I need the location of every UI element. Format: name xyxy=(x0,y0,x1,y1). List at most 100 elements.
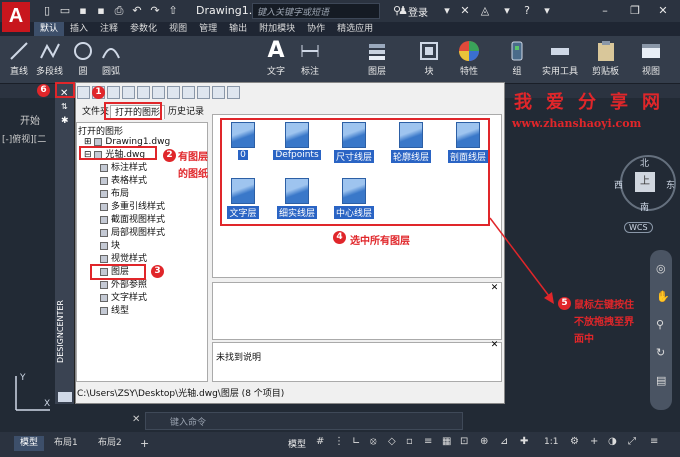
ribbon-tab-collaborate[interactable]: 协作 xyxy=(301,22,331,36)
home-icon[interactable] xyxy=(167,86,180,99)
3d-osnap-icon[interactable]: ⊕ xyxy=(480,436,488,447)
utilities-button[interactable]: 实用工具 xyxy=(542,40,578,77)
exchange-icon[interactable]: ✕ xyxy=(458,4,472,17)
tree-item-xref[interactable]: 外部参照 xyxy=(100,280,147,291)
wcs-menu[interactable]: WCS xyxy=(624,222,653,233)
zoom-icon[interactable]: ⚲ xyxy=(656,318,664,331)
properties-button[interactable]: 特性 xyxy=(458,40,480,77)
dynamic-ucs-icon[interactable]: ⊿ xyxy=(500,436,508,447)
plot-icon[interactable]: ⎙ xyxy=(112,4,126,17)
command-input[interactable]: 键入命令 xyxy=(145,412,463,430)
circle-button[interactable]: 圆 xyxy=(72,40,94,77)
description-close-icon[interactable]: ✕ xyxy=(490,341,499,350)
ribbon-tab-annotate[interactable]: 注释 xyxy=(94,22,124,36)
tree-item-sectionstyle[interactable]: 截面视图样式 xyxy=(100,215,165,226)
tree-item-mleaderstyle[interactable]: 多重引线样式 xyxy=(100,202,165,213)
lineweight-icon[interactable]: ≡ xyxy=(424,436,432,447)
tab-layout2[interactable]: 布局2 xyxy=(92,436,128,451)
fullscreen-icon[interactable]: ⤢ xyxy=(628,436,636,447)
add-layout-icon[interactable]: + xyxy=(134,436,155,451)
transparency-icon[interactable]: ▦ xyxy=(442,436,451,447)
tree-item-tablestyle[interactable]: 表格样式 xyxy=(100,176,147,187)
description-icon[interactable] xyxy=(212,86,225,99)
share-icon[interactable]: ⇧ xyxy=(166,4,180,17)
tree-item-linetype[interactable]: 线型 xyxy=(100,306,129,317)
tree-item-detailstyle[interactable]: 局部视图样式 xyxy=(100,228,165,239)
views-icon[interactable] xyxy=(227,86,240,99)
tree-item-block[interactable]: 块 xyxy=(100,241,120,252)
redo-icon[interactable]: ↷ xyxy=(148,4,162,17)
undo-icon[interactable]: ↶ xyxy=(130,4,144,17)
app-logo[interactable]: A xyxy=(2,2,30,32)
dropdown-icon[interactable]: ▾ xyxy=(540,4,554,17)
dimension-button[interactable]: 标注 xyxy=(299,40,321,77)
load-icon[interactable] xyxy=(77,86,90,99)
tree-item-dimstyle[interactable]: 标注样式 xyxy=(100,163,147,174)
open-file-icon[interactable]: ▭ xyxy=(58,4,72,17)
ribbon-tab-manage[interactable]: 管理 xyxy=(193,22,223,36)
showmotion-icon[interactable]: ▤ xyxy=(656,374,666,387)
settings-icon[interactable]: ⚙ xyxy=(570,436,579,447)
dropdown-icon[interactable]: ▾ xyxy=(440,4,454,17)
new-file-icon[interactable]: ▯ xyxy=(40,4,54,17)
preview-icon[interactable] xyxy=(197,86,210,99)
customize-icon[interactable]: ≡ xyxy=(650,436,658,447)
tree-item-layout[interactable]: 布局 xyxy=(100,189,129,200)
forward-icon[interactable] xyxy=(107,86,120,99)
tree-item-textstyle[interactable]: 文字样式 xyxy=(100,293,147,304)
close-icon[interactable]: ✕ xyxy=(656,4,670,17)
line-button[interactable]: 直线 xyxy=(8,40,30,77)
selection-cycling-icon[interactable]: ⊡ xyxy=(460,436,468,447)
clipboard-button[interactable]: 剪贴板 xyxy=(592,40,619,77)
save-as-icon[interactable]: ▪ xyxy=(94,4,108,17)
ribbon-tab-view[interactable]: 视图 xyxy=(163,22,193,36)
ribbon-tab-output[interactable]: 输出 xyxy=(223,22,253,36)
start-tab[interactable]: 开始 xyxy=(20,112,40,127)
palette-autohide-icon[interactable]: ⇅ xyxy=(61,102,68,111)
tab-layout1[interactable]: 布局1 xyxy=(48,436,84,451)
grid-icon[interactable]: # xyxy=(316,436,324,447)
help-icon[interactable]: ? xyxy=(520,4,534,17)
add-icon[interactable]: + xyxy=(590,436,598,447)
isolate-icon[interactable]: ◑ xyxy=(608,436,617,447)
tab-history[interactable]: 历史记录 xyxy=(164,105,208,119)
save-icon[interactable]: ▪ xyxy=(76,4,90,17)
ribbon-tab-default[interactable]: 默认 xyxy=(34,22,65,36)
restore-icon[interactable]: ❐ xyxy=(628,4,642,17)
login-link[interactable]: 登录 xyxy=(408,4,428,19)
osnap-icon[interactable]: ▫ xyxy=(406,436,413,447)
arc-button[interactable]: 圆弧 xyxy=(100,40,122,77)
view-button[interactable]: 视图 xyxy=(640,40,662,77)
up-icon[interactable] xyxy=(122,86,135,99)
annotation-monitor-icon[interactable]: ✚ xyxy=(520,436,528,447)
cmdline-close-icon[interactable]: ✕ xyxy=(132,414,140,425)
minimize-icon[interactable]: – xyxy=(598,4,612,17)
layer-button[interactable]: 图层 xyxy=(366,40,388,77)
orbit-icon[interactable]: ↻ xyxy=(656,346,665,359)
polyline-button[interactable]: 多段线 xyxy=(36,40,63,77)
favorites-icon[interactable] xyxy=(152,86,165,99)
text-button[interactable]: A 文字 xyxy=(267,40,285,78)
snap-icon[interactable]: ⋮ xyxy=(334,436,344,447)
group-button[interactable]: 组 xyxy=(506,40,528,77)
polar-icon[interactable]: ⦻ xyxy=(370,436,377,447)
isodraft-icon[interactable]: ◇ xyxy=(388,436,396,447)
dropdown-icon[interactable]: ▾ xyxy=(500,4,514,17)
block-button[interactable]: 块 xyxy=(418,40,440,77)
viewport-label[interactable]: [-]俯视][二 xyxy=(2,132,46,145)
search-input[interactable]: 键入关键字或短语 xyxy=(252,3,380,19)
ribbon-tab-insert[interactable]: 插入 xyxy=(64,22,94,36)
search-icon[interactable] xyxy=(137,86,150,99)
connect-icon[interactable]: ◬ xyxy=(478,4,492,17)
ribbon-tab-addins[interactable]: 附加模块 xyxy=(253,22,301,36)
model-space-button[interactable]: 模型 xyxy=(288,437,306,450)
viewcube-top-face[interactable]: 上 xyxy=(635,172,655,192)
ribbon-tab-parametric[interactable]: 参数化 xyxy=(124,22,163,36)
tab-model[interactable]: 模型 xyxy=(14,436,45,451)
ortho-icon[interactable]: ∟ xyxy=(352,436,360,447)
pan-icon[interactable]: ✋ xyxy=(656,290,670,303)
palette-properties-icon[interactable]: ✱ xyxy=(61,116,69,126)
tree-toggle-icon[interactable] xyxy=(182,86,195,99)
ribbon-tab-featured[interactable]: 精选应用 xyxy=(331,22,379,36)
palette-grip-icon[interactable] xyxy=(58,392,72,402)
